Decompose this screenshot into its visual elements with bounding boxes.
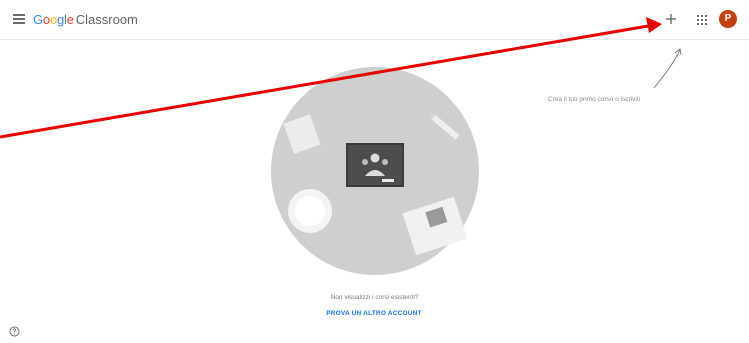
chalkboard-icon xyxy=(346,143,404,187)
help-icon[interactable] xyxy=(9,326,20,337)
google-wordmark: Google xyxy=(33,12,74,27)
product-name: Classroom xyxy=(75,12,138,27)
g-letter-1: G xyxy=(33,12,43,27)
app-logo[interactable]: Google Classroom xyxy=(33,13,138,27)
classroom-page: Google Classroom P Crea il tuo primo cors… xyxy=(0,0,749,343)
g-letter-3: o xyxy=(49,12,57,27)
account-avatar[interactable]: P xyxy=(719,10,737,28)
missing-courses-question: Non visualizzi i corsi esistenti? xyxy=(330,294,419,301)
empty-classroom-illustration xyxy=(271,67,479,275)
g-letter-2: o xyxy=(42,12,50,27)
apps-grid-icon[interactable] xyxy=(697,15,707,25)
mug-icon xyxy=(288,189,332,233)
g-letter-6: e xyxy=(66,12,74,27)
top-app-bar: Google Classroom P xyxy=(0,0,749,40)
plus-icon[interactable] xyxy=(664,12,678,26)
create-course-hint: Crea il tuo primo corso o iscriviti xyxy=(548,96,641,103)
try-another-account-link[interactable]: PROVA UN ALTRO ACCOUNT xyxy=(314,310,434,317)
menu-icon[interactable] xyxy=(13,14,25,24)
hint-arrow-icon xyxy=(653,48,682,89)
g-letter-4: g xyxy=(56,12,65,27)
